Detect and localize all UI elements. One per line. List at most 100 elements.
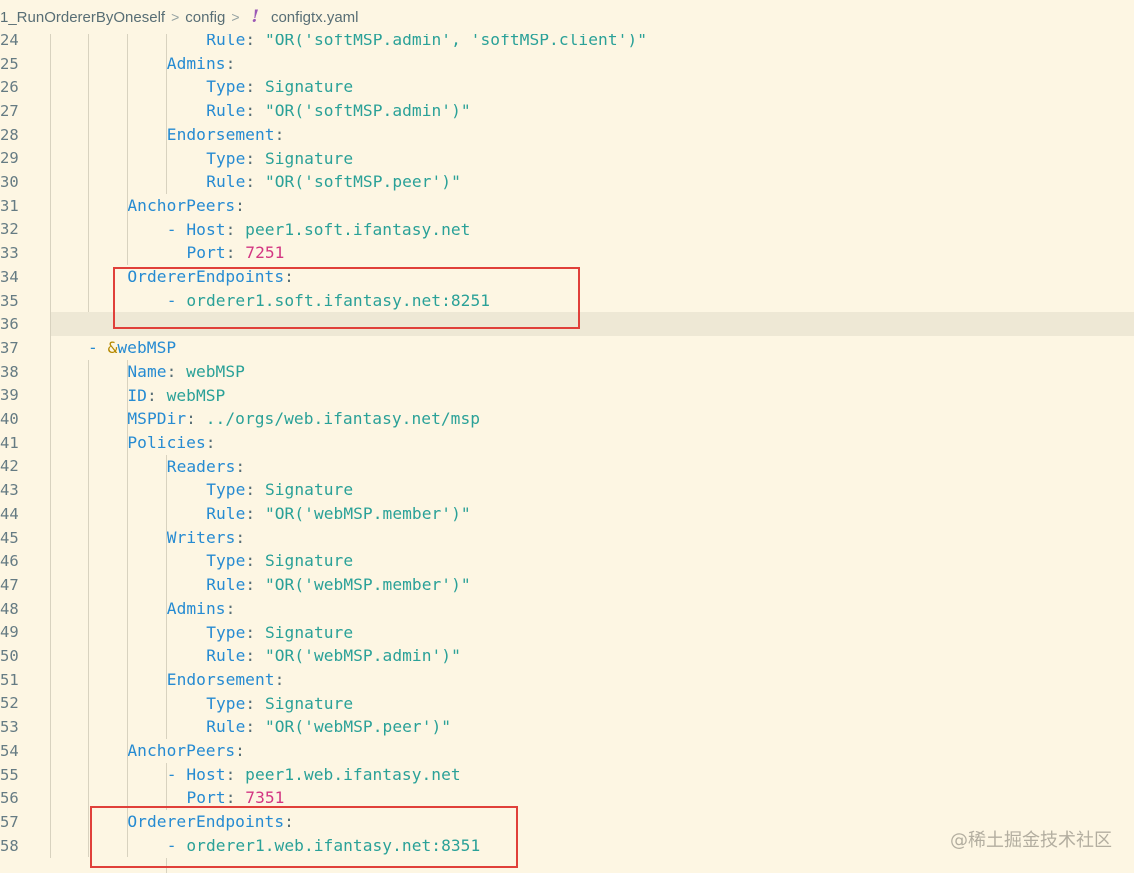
code-line[interactable]: 33 (0, 241, 1134, 265)
code-token: : (225, 53, 236, 73)
code-line[interactable]: 50 (0, 644, 1134, 668)
line-number: 35 (0, 291, 19, 310)
code-token: Admins (166, 53, 226, 73)
code-token: "OR('webMSP.peer')" (264, 717, 452, 737)
code-token: MSPDir (127, 409, 187, 429)
line-number: 33 (0, 244, 19, 263)
line-number: 48 (0, 599, 19, 618)
code-line[interactable]: 52 (0, 692, 1134, 716)
code-token: "OR('softMSP.admin')" (264, 101, 471, 121)
breadcrumb-folder[interactable]: 1_RunOrdererByOneself (0, 9, 165, 26)
code-text: Type: Signature (206, 77, 353, 96)
code-token: Rule (206, 717, 246, 737)
code-token: : (245, 101, 265, 121)
code-token: : (245, 504, 265, 523)
code-text: AnchorPeers: (127, 741, 245, 760)
code-token: Writers (166, 527, 236, 547)
code-token: webMSP (186, 361, 245, 381)
line-number: 45 (0, 528, 19, 547)
indent-guide (166, 454, 167, 739)
code-text: Writers: (167, 528, 245, 547)
code-token: Port (186, 788, 226, 808)
code-text: Type: Signature (206, 149, 353, 168)
code-token: Type (206, 77, 246, 97)
code-token: : (235, 195, 245, 215)
line-number: 38 (0, 362, 19, 381)
code-token: ../orgs/web.ifantasy.net/msp (205, 409, 481, 429)
code-text: - Host: peer1.web.ifantasy.net (167, 765, 461, 784)
code-token: Type (206, 622, 246, 642)
code-line[interactable]: 27 (0, 99, 1134, 123)
line-number: 50 (0, 647, 19, 666)
code-token: "OR('webMSP.admin')" (264, 646, 461, 666)
code-line[interactable]: 43 (0, 478, 1134, 502)
code-token: Readers (166, 456, 236, 476)
code-token: "OR('softMSP.admin', 'softMSP.client')" (264, 34, 648, 49)
code-token: Rule (206, 34, 246, 49)
code-text: AnchorPeers: (127, 196, 245, 215)
line-number: 34 (0, 267, 19, 286)
code-token: 7251 (245, 243, 285, 263)
line-number: 43 (0, 481, 19, 500)
code-token: : (225, 598, 236, 618)
code-text: ID: webMSP (127, 386, 225, 405)
code-text: Endorsement: (167, 125, 285, 144)
code-line[interactable]: 44 (0, 502, 1134, 526)
code-line[interactable]: 49 (0, 621, 1134, 645)
code-text: MSPDir: ../orgs/web.ifantasy.net/msp (127, 409, 480, 428)
code-token: AnchorPeers (127, 195, 236, 215)
line-number: 53 (0, 718, 19, 737)
code-token: webMSP (117, 338, 177, 358)
code-token: : (225, 788, 246, 808)
line-number: 44 (0, 504, 19, 523)
code-token: Signature (264, 693, 354, 713)
code-line[interactable]: 53 (0, 715, 1134, 739)
code-token: : (245, 77, 265, 97)
code-token: : (235, 527, 246, 547)
code-line[interactable]: 46 (0, 549, 1134, 573)
indent-guide (127, 34, 128, 265)
breadcrumb-file[interactable]: configtx.yaml (271, 9, 359, 26)
line-number: 51 (0, 670, 19, 689)
code-token: : (146, 385, 167, 405)
line-number: 37 (0, 338, 19, 357)
line-number: 47 (0, 575, 19, 594)
code-token: "OR('softMSP.peer')" (264, 172, 461, 192)
code-text: Policies: (127, 433, 215, 452)
line-number: 54 (0, 741, 19, 760)
code-text: Type: Signature (206, 480, 353, 499)
code-text: Type: Signature (206, 551, 353, 570)
code-text: Type: Signature (206, 623, 353, 642)
code-text: Type: Signature (206, 694, 353, 713)
line-number: 39 (0, 386, 19, 405)
code-token: : (245, 717, 265, 737)
code-token: 7351 (245, 788, 285, 808)
code-line[interactable]: 47 (0, 573, 1134, 597)
code-token: - Host (166, 219, 226, 239)
code-token: : (245, 480, 265, 500)
code-token: Type (206, 551, 246, 571)
code-token: Rule (206, 172, 246, 192)
code-line[interactable]: 29 (0, 147, 1134, 171)
highlight-box-web-orderer (90, 806, 518, 868)
code-line[interactable]: 30 (0, 170, 1134, 194)
code-token: - Host (166, 764, 226, 784)
code-token: ID (127, 385, 147, 405)
code-token: AnchorPeers (127, 741, 236, 760)
code-token: Signature (264, 480, 354, 500)
breadcrumb-subfolder[interactable]: config (185, 9, 225, 26)
indent-guide (88, 34, 89, 313)
line-number: 26 (0, 78, 19, 97)
code-token: : (245, 148, 265, 168)
code-line[interactable]: 26 (0, 75, 1134, 99)
line-number: 32 (0, 220, 19, 239)
code-editor[interactable]: 24 Rule: "OR('softMSP.admin', 'softMSP.cl… (0, 34, 1134, 873)
code-token: : (245, 575, 265, 595)
highlight-box-soft-orderer (113, 267, 580, 329)
code-text: Rule: "OR('softMSP.admin', 'softMSP.clie… (206, 34, 647, 49)
code-token: Port (186, 243, 226, 263)
code-text: Rule: "OR('softMSP.admin')" (206, 101, 471, 120)
code-token: : (245, 551, 265, 571)
code-token: Signature (264, 551, 354, 571)
code-text: Rule: "OR('webMSP.admin')" (206, 646, 461, 665)
